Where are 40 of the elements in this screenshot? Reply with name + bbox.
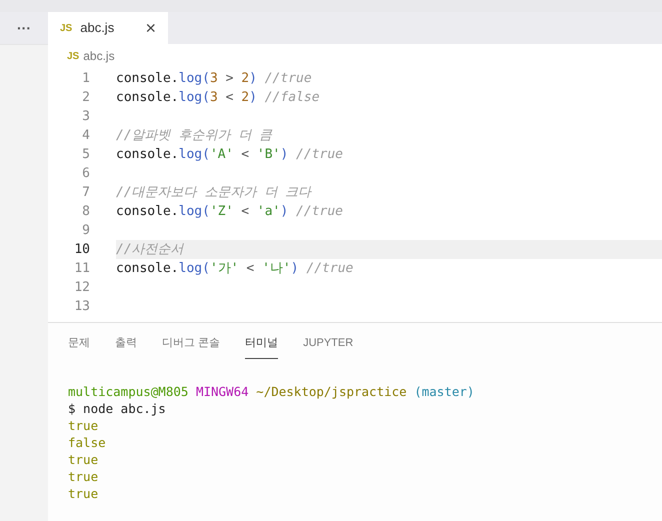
terminal-line: true — [68, 469, 98, 484]
line-number: 2 — [81, 88, 90, 107]
line-number: 9 — [81, 222, 90, 240]
line-number: 11 — [73, 260, 90, 278]
line-number: 10 — [73, 240, 90, 259]
more-actions-button[interactable]: ··· — [17, 18, 31, 38]
code-line: console.log(3 > 2) //true — [116, 70, 312, 88]
line-number: 8 — [81, 202, 90, 221]
code-line: //알파벳 후순위가 더 큼 — [116, 126, 272, 145]
editor-tab[interactable]: JS abc.js × — [48, 12, 168, 44]
panel-tab[interactable]: 출력 — [115, 329, 137, 359]
terminal-line: false — [68, 435, 106, 450]
close-icon[interactable]: × — [145, 14, 156, 42]
tab-label: abc.js — [80, 19, 116, 38]
code-line: console.log('가' < '나') //true — [116, 260, 354, 278]
panel-tab[interactable]: 디버그 콘솔 — [162, 329, 220, 359]
code-line: console.log('A' < 'B') //true — [116, 146, 344, 164]
terminal-line: true — [68, 452, 98, 467]
code-line: //사전순서 — [116, 240, 184, 259]
line-number: 5 — [81, 146, 90, 164]
code-line: console.log(3 < 2) //false — [116, 88, 320, 107]
js-file-icon: JS — [60, 20, 72, 36]
line-number: 12 — [73, 278, 90, 297]
panel-tab[interactable]: 문제 — [68, 329, 90, 359]
line-number: 7 — [81, 184, 90, 202]
line-number: 1 — [81, 70, 90, 88]
js-file-icon: JS — [67, 48, 80, 64]
line-number: 13 — [73, 298, 90, 316]
line-number: 3 — [81, 108, 90, 126]
line-number: 6 — [81, 164, 90, 183]
terminal-line: true — [68, 486, 98, 501]
code-line: //대문자보다 소문자가 더 크다 — [116, 184, 312, 202]
code-line: console.log('Z' < 'a') //true — [116, 202, 344, 221]
breadcrumb-item[interactable]: abc.js — [83, 47, 115, 65]
panel-tab[interactable]: 터미널 — [245, 329, 278, 359]
terminal-line: $ node abc.js — [68, 401, 166, 416]
terminal-line: multicampus@M805 MINGW64 ~/Desktop/jspractice (master) — [68, 384, 474, 399]
line-number: 4 — [81, 126, 90, 145]
terminal-line: true — [68, 418, 98, 433]
panel-tab[interactable]: JUPYTER — [303, 329, 354, 359]
